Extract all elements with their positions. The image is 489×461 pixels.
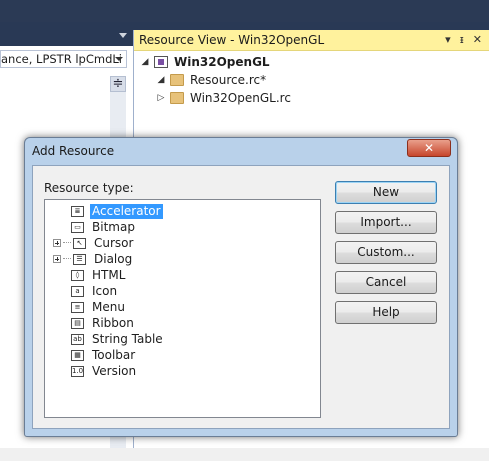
add-resource-dialog: Add Resource ✕ Resource type: ≣ Accelerat… [24, 137, 458, 437]
dialog-icon: ☰ [73, 253, 86, 265]
resource-type-item[interactable]: ▭ Bitmap [45, 219, 137, 235]
cancel-button[interactable]: Cancel [335, 271, 437, 294]
tree-node-label: Win32OpenGL [174, 55, 270, 69]
version-icon: 1.0 [71, 365, 84, 377]
folder-icon [170, 92, 184, 104]
tree-node-label: Resource.rc* [190, 73, 267, 87]
tree-connector [63, 258, 71, 260]
resource-type-item[interactable]: a Icon [45, 283, 119, 299]
ide-bottom-area [0, 448, 489, 461]
string-table-icon: ab [71, 333, 84, 345]
expand-plus-icon[interactable] [53, 255, 61, 263]
resource-type-label-toolbar: Toolbar [92, 347, 136, 362]
resource-type-item[interactable]: ☰ Dialog [45, 251, 134, 267]
function-combo[interactable]: ance, LPSTR lpCmdLi [0, 50, 127, 68]
import-button[interactable]: Import... [335, 211, 437, 234]
split-window-icon[interactable]: ≑ [110, 76, 126, 92]
tab-dropdown-icon[interactable] [119, 33, 127, 38]
resource-type-label-html: HTML [92, 267, 126, 282]
dialog-title: Add Resource [32, 144, 115, 158]
tree-node-label: Win32OpenGL.rc [190, 91, 291, 105]
resource-type-label-menu: Menu [92, 299, 125, 314]
toolbar-icon: ▦ [71, 349, 84, 361]
icon-resource-icon: a [71, 285, 84, 297]
resource-type-label-cursor: Cursor [94, 235, 134, 250]
tree-connector [63, 242, 71, 244]
ide-top-strip [0, 0, 489, 30]
html-icon: ◊ [71, 269, 84, 281]
tree-node-win32opengl-rc[interactable]: ▷ Win32OpenGL.rc [156, 89, 291, 107]
resource-type-item[interactable]: ≣ Accelerator [45, 203, 163, 219]
editor-tab-strip[interactable] [0, 30, 133, 46]
close-icon: ✕ [423, 141, 435, 155]
resource-type-label-string-table: String Table [92, 331, 163, 346]
resource-type-label: Resource type: [44, 181, 134, 195]
close-icon[interactable]: ✕ [473, 33, 482, 46]
close-button[interactable]: ✕ [407, 139, 451, 157]
resource-type-label-bitmap: Bitmap [92, 219, 135, 234]
expand-plus-icon[interactable] [53, 239, 61, 247]
dialog-titlebar[interactable]: Add Resource ✕ [25, 138, 457, 164]
resource-type-label-dialog: Dialog [94, 251, 133, 266]
folder-open-icon [170, 74, 184, 86]
project-icon [154, 56, 168, 68]
expanded-arrow-icon[interactable]: ◢ [140, 57, 150, 67]
tree-node-resource-rc[interactable]: ◢ Resource.rc* [156, 71, 267, 89]
resource-view-header: Resource View - Win32OpenGL ▾ ᵻ ✕ [134, 30, 489, 51]
resource-type-label-version: Version [92, 363, 137, 378]
dialog-body: Resource type: ≣ Accelerator ▭ Bitmap ↖ Curso… [32, 165, 450, 429]
function-combo-value: ance, LPSTR lpCmdLi [1, 52, 122, 66]
resource-type-tree[interactable]: ≣ Accelerator ▭ Bitmap ↖ Cursor ☰ Dialog ◊ HTML a I… [44, 199, 321, 418]
cursor-icon: ↖ [73, 237, 86, 249]
custom-button[interactable]: Custom... [335, 241, 437, 264]
resource-type-item[interactable]: ◊ HTML [45, 267, 127, 283]
resource-type-label-accelerator: Accelerator [90, 203, 163, 219]
expanded-arrow-icon[interactable]: ◢ [156, 75, 166, 85]
collapsed-arrow-icon[interactable]: ▷ [156, 93, 166, 103]
window-position-icon[interactable]: ▾ [445, 33, 451, 46]
resource-type-item[interactable]: ≡ Menu [45, 299, 127, 315]
menu-icon: ≡ [71, 301, 84, 313]
resource-type-item[interactable]: ↖ Cursor [45, 235, 135, 251]
accelerator-icon: ≣ [71, 205, 84, 217]
resource-type-label-icon: Icon [92, 283, 118, 298]
resource-type-item[interactable]: 1.0 Version [45, 363, 138, 379]
tree-node-project[interactable]: ◢ Win32OpenGL [140, 53, 270, 71]
pin-icon[interactable]: ᵻ [460, 33, 464, 46]
resource-view-title: Resource View - Win32OpenGL [139, 33, 325, 47]
new-button[interactable]: New [335, 181, 437, 204]
resource-type-item[interactable]: ▦ Toolbar [45, 347, 137, 363]
resource-type-item[interactable]: ▤ Ribbon [45, 315, 136, 331]
resource-type-item[interactable]: ab String Table [45, 331, 165, 347]
ribbon-icon: ▤ [71, 317, 84, 329]
resource-type-label-ribbon: Ribbon [92, 315, 134, 330]
bitmap-icon: ▭ [71, 221, 84, 233]
help-button[interactable]: Help [335, 301, 437, 324]
chevron-down-icon[interactable] [115, 57, 123, 61]
